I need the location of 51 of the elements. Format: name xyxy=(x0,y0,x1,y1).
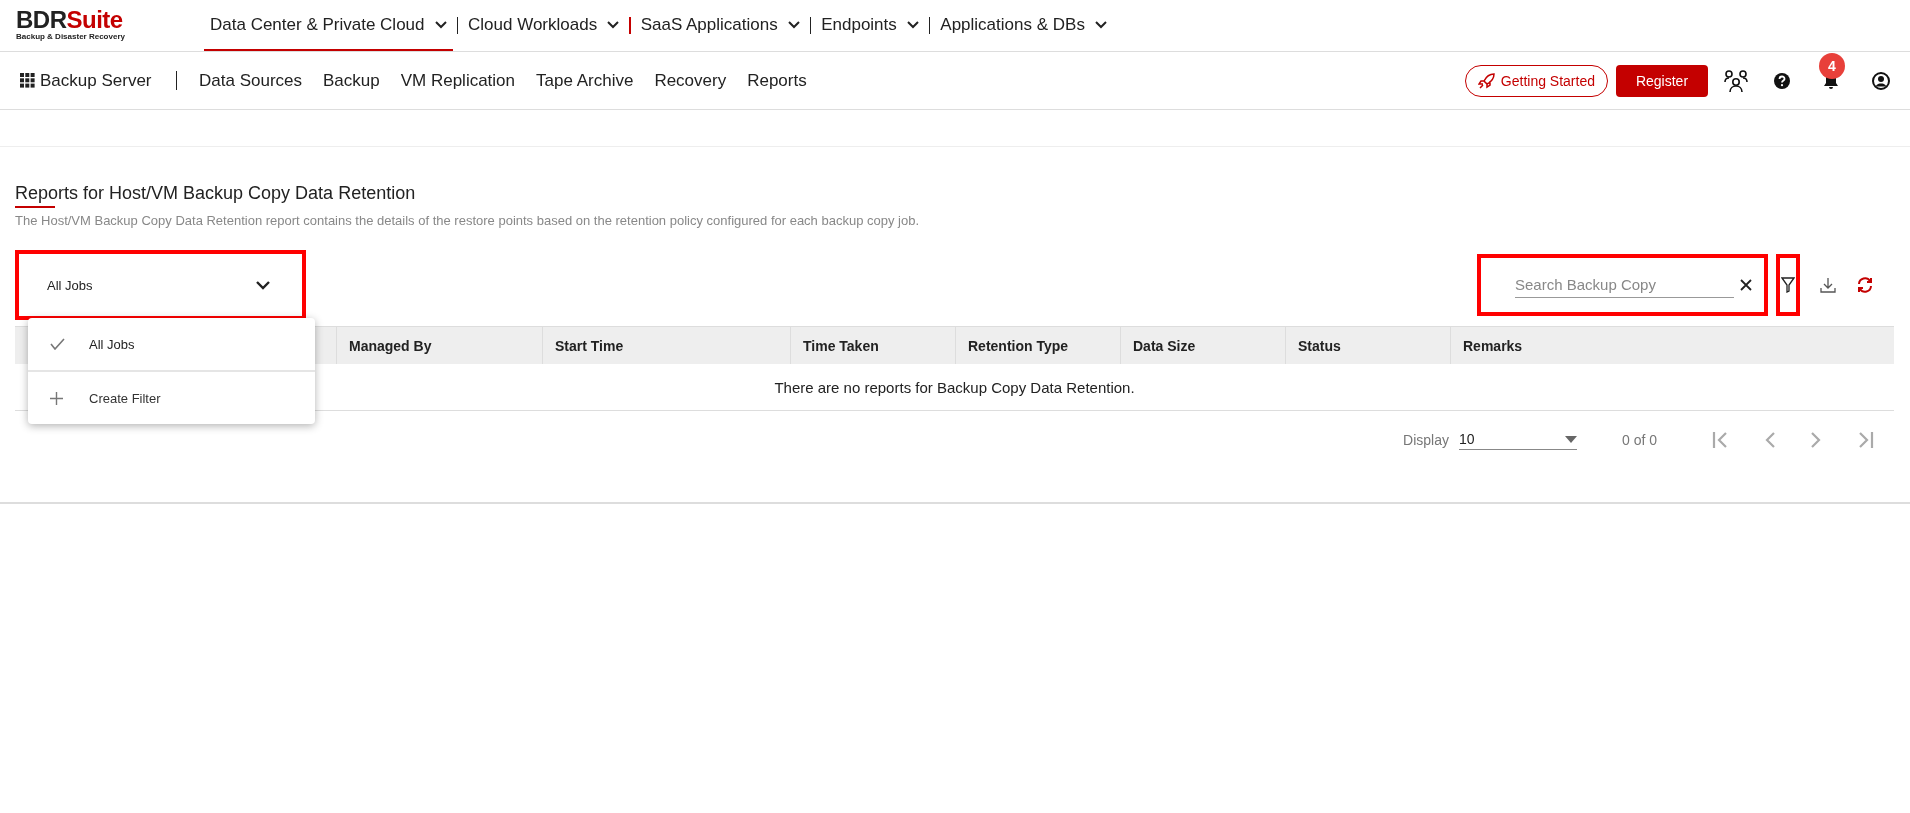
filter-icon[interactable] xyxy=(1781,277,1795,293)
chevron-down-icon xyxy=(607,20,620,29)
bdrsuite-logo[interactable]: BDRSuite Backup & Disaster Recovery xyxy=(0,0,204,51)
column-header[interactable]: Status xyxy=(1285,326,1451,364)
sub-nav-link[interactable]: Reports xyxy=(747,70,807,91)
chevron-down-icon xyxy=(787,20,800,29)
rocket-icon xyxy=(1477,71,1496,90)
sub-nav-link[interactable]: Backup xyxy=(323,70,380,91)
chevron-down-icon xyxy=(434,20,447,29)
menu-item[interactable]: All Jobs xyxy=(28,318,315,370)
display-label: Display xyxy=(1403,431,1449,448)
column-header[interactable]: Time Taken xyxy=(790,326,956,364)
page-size-select[interactable]: 10 xyxy=(1458,429,1577,450)
product-switcher[interactable]: Backup Server xyxy=(20,70,152,91)
help-icon[interactable] xyxy=(1774,72,1790,89)
top-nav-tab[interactable]: Endpoints xyxy=(815,0,925,51)
top-nav-tab[interactable]: SaaS Applications xyxy=(634,0,806,51)
chevron-down-icon xyxy=(256,280,270,290)
page-description: The Host/VM Backup Copy Data Retention report contains the details of the restore points based on the retention policy configured for each backup copy job. xyxy=(15,213,921,228)
sub-nav-link[interactable]: Tape Archive xyxy=(536,70,634,91)
job-filter-dropdown[interactable]: All Jobs xyxy=(15,250,306,320)
chevron-down-icon xyxy=(906,20,919,29)
apps-grid-icon xyxy=(20,73,35,88)
getting-started-button[interactable]: Getting Started xyxy=(1464,64,1608,97)
top-nav-tab[interactable]: Applications & DBs xyxy=(934,0,1113,51)
close-icon[interactable] xyxy=(1740,279,1752,291)
users-icon[interactable] xyxy=(1724,68,1748,93)
chevron-down-icon xyxy=(1094,20,1107,29)
download-icon[interactable] xyxy=(1820,277,1836,293)
user-account-icon[interactable] xyxy=(1872,71,1890,90)
sub-nav-link[interactable]: Recovery xyxy=(654,70,727,91)
notification-count-badge: 4 xyxy=(1819,52,1845,79)
dropdown-arrow-icon xyxy=(1564,435,1577,443)
checkmark-icon xyxy=(50,338,65,350)
top-nav-tab[interactable]: Cloud Workloads xyxy=(462,0,626,51)
column-header[interactable]: Managed By xyxy=(336,326,543,364)
refresh-icon[interactable] xyxy=(1856,277,1874,293)
top-nav-tab[interactable]: Data Center & Private Cloud xyxy=(204,0,453,51)
register-button[interactable]: Register xyxy=(1616,64,1708,97)
column-header[interactable]: Remarks xyxy=(1450,326,1894,364)
menu-item[interactable]: Create Filter xyxy=(28,370,315,424)
column-header[interactable]: Data Size xyxy=(1120,326,1286,364)
empty-table-message: There are no reports for Backup Copy Data Retention. xyxy=(774,378,1135,396)
page-range: 0 of 0 xyxy=(1621,431,1657,448)
column-header[interactable]: Retention Type xyxy=(955,326,1121,364)
column-header[interactable]: Start Time xyxy=(542,326,791,364)
search-field[interactable]: Search Backup Copy xyxy=(1515,272,1734,298)
sub-nav-link[interactable]: Data Sources xyxy=(199,70,302,91)
plus-icon xyxy=(50,391,63,405)
sub-nav-link[interactable]: VM Replication xyxy=(400,70,516,91)
page-title: Reports for Host/VM Backup Copy Data Retention xyxy=(15,183,416,204)
